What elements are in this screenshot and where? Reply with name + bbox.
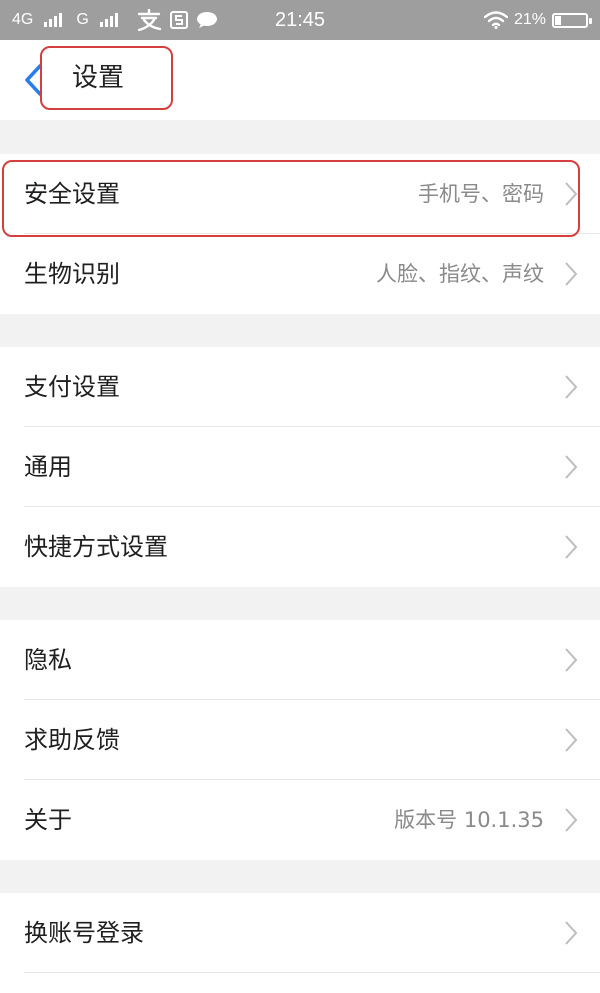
row-label: 求助反馈	[24, 726, 120, 754]
row-value: 人脸、指纹、声纹	[376, 262, 544, 286]
chevron-right-icon	[565, 455, 578, 479]
row-label: 关于	[24, 806, 72, 834]
status-right: 21%	[483, 0, 592, 40]
version-value: 版本号 10.1.35	[394, 808, 544, 832]
help-feedback-row[interactable]: 求助反馈	[0, 700, 600, 780]
settings-group-general: 支付设置 通用 快捷方式设置	[0, 347, 600, 587]
chevron-right-icon	[565, 728, 578, 752]
battery-percent: 21%	[513, 11, 546, 28]
payment-settings-row[interactable]: 支付设置	[0, 347, 600, 427]
row-label: 通用	[24, 453, 72, 481]
settings-group-switch: 换账号登录	[0, 893, 600, 993]
chevron-right-icon	[565, 808, 578, 832]
biometrics-row[interactable]: 生物识别 人脸、指纹、声纹	[0, 234, 600, 314]
title-highlight-box	[40, 46, 173, 110]
row-label: 生物识别	[24, 260, 120, 288]
switch-account-row[interactable]: 换账号登录	[0, 893, 600, 973]
general-row[interactable]: 通用	[0, 427, 600, 507]
security-highlight-box	[2, 160, 580, 237]
privacy-row[interactable]: 隐私	[0, 620, 600, 700]
wifi-icon	[483, 11, 508, 29]
settings-group-about: 隐私 求助反馈 关于 版本号 10.1.35	[0, 620, 600, 860]
about-row[interactable]: 关于 版本号 10.1.35	[0, 780, 600, 860]
row-label: 支付设置	[24, 373, 120, 401]
next-row-partial	[0, 973, 600, 993]
chevron-right-icon	[565, 921, 578, 945]
chevron-right-icon	[565, 375, 578, 399]
row-label: 快捷方式设置	[24, 533, 168, 561]
chevron-right-icon	[565, 648, 578, 672]
row-label: 隐私	[24, 646, 72, 674]
row-label: 换账号登录	[24, 919, 144, 947]
shortcut-settings-row[interactable]: 快捷方式设置	[0, 507, 600, 587]
battery-level	[555, 15, 562, 25]
chevron-right-icon	[565, 535, 578, 559]
chevron-right-icon	[565, 262, 578, 286]
status-bar: 4G G 21:45 21%	[0, 0, 600, 40]
battery-icon	[552, 12, 592, 28]
